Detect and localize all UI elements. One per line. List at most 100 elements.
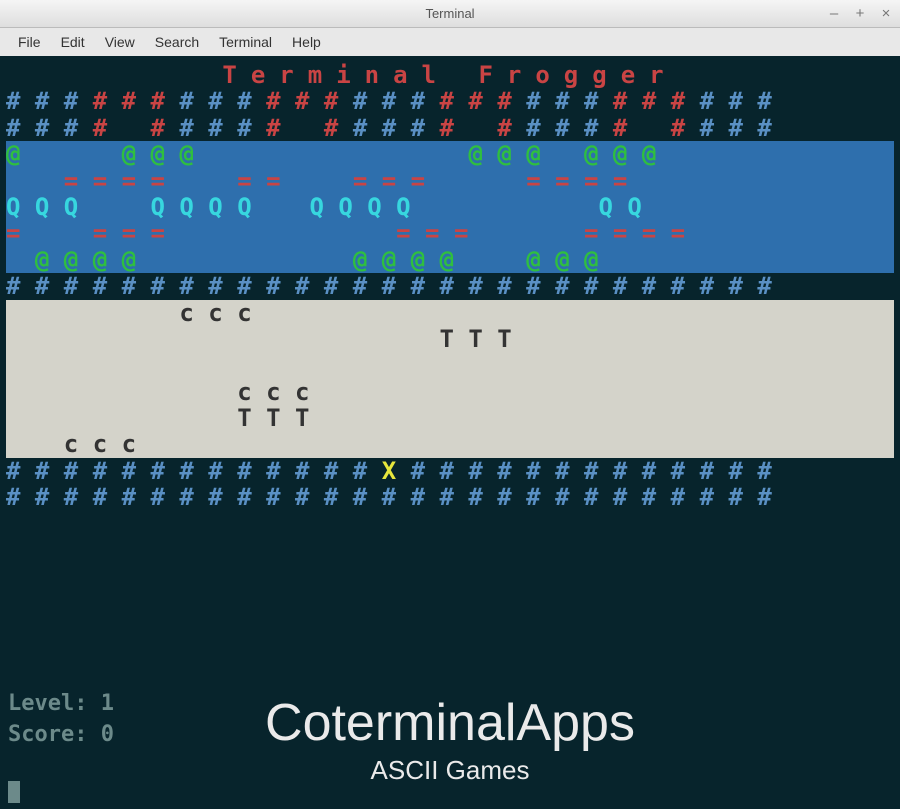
glyph-span: # # # (440, 87, 527, 115)
glyph-span: # # # (353, 87, 440, 115)
glyph-span: # # # (613, 87, 700, 115)
glyph-span (454, 246, 526, 274)
glyph-span (136, 246, 353, 274)
menu-file[interactable]: File (10, 31, 49, 53)
glyph-span: @ @ @ (584, 140, 656, 168)
game-row: # # # # # # # # # # # # # # # # # # # # … (6, 88, 894, 114)
glyph-span: @ @ @ @ (35, 246, 136, 274)
game-row: c c c (6, 379, 894, 405)
menu-view[interactable]: View (97, 31, 143, 53)
game-area: Terminal Frogger # # # # # # # # # # # #… (6, 62, 894, 511)
glyph-span: # # (266, 114, 353, 142)
glyph-span: # # # (179, 114, 266, 142)
glyph-span (252, 193, 310, 221)
game-row: T T T (6, 326, 894, 352)
game-row: @ @ @ @ @ @ @ @ @ @ (6, 141, 894, 167)
game-row: # # # # # # # # # # # # # # # # # # # # … (6, 273, 894, 299)
glyph-span: Q Q Q (6, 193, 78, 221)
game-row (6, 352, 894, 378)
terminal-cursor (8, 781, 20, 803)
glyph-span: c c c (6, 430, 772, 458)
menu-terminal[interactable]: Terminal (211, 31, 280, 53)
glyph-span (6, 246, 35, 274)
glyph-span: @ @ @ (526, 246, 598, 274)
glyph-span (6, 351, 772, 379)
glyph-span: # # # # # # # # # # # # # (6, 457, 382, 485)
glyph-span (165, 219, 396, 247)
glyph-span: = = = = (526, 167, 627, 195)
game-row: T T T (6, 405, 894, 431)
glyph-span (468, 219, 584, 247)
glyph-span: # # # (179, 87, 266, 115)
glyph-span: T T T (6, 325, 772, 353)
glyph-span: Q Q Q Q (151, 193, 252, 221)
glyph-span (20, 219, 92, 247)
menu-help[interactable]: Help (284, 31, 329, 53)
glyph-span: # # (613, 114, 700, 142)
glyph-span: = = = = (64, 167, 165, 195)
maximize-button[interactable]: + (852, 5, 868, 22)
glyph-span (425, 167, 526, 195)
glyph-span: = = = (396, 219, 468, 247)
window-title: Terminal (425, 6, 474, 21)
game-row: = = = = = = = = = = = = = (6, 168, 894, 194)
glyph-span (194, 140, 469, 168)
glyph-span: # # # (93, 87, 180, 115)
glyph-span: # # (93, 114, 180, 142)
glyph-span: # # # # # # # # # # # # # (396, 457, 772, 485)
glyph-span: = = (237, 167, 280, 195)
glyph-span (281, 167, 353, 195)
glyph-span: # # # # # # # # # # # # # # # # # # # # … (6, 483, 772, 511)
glyph-span (20, 140, 121, 168)
glyph-span (598, 246, 670, 274)
glyph-span (411, 193, 599, 221)
minimize-button[interactable]: – (826, 5, 842, 22)
glyph-span: # # # (6, 114, 93, 142)
overlay-subtitle: ASCII Games (0, 756, 900, 785)
overlay-brand: CoterminalApps (0, 695, 900, 752)
app-window: Terminal – + × File Edit View Search Ter… (0, 0, 900, 809)
glyph-span: @ @ @ (468, 140, 540, 168)
glyph-span: # # # (526, 114, 613, 142)
glyph-span: = = = (93, 219, 165, 247)
glyph-span: # # # # # # # # # # # # # # # # # # # # … (6, 272, 772, 300)
menubar: File Edit View Search Terminal Help (0, 28, 900, 56)
glyph-span: # # (440, 114, 527, 142)
game-title: Terminal Frogger (6, 62, 894, 88)
glyph-span (78, 193, 150, 221)
glyph-span: = (6, 219, 20, 247)
glyph-span (627, 167, 714, 195)
game-row: c c c (6, 431, 894, 457)
game-row: # # # # # # # # # # # # # X # # # # # # … (6, 458, 894, 484)
menu-search[interactable]: Search (147, 31, 207, 53)
glyph-span (6, 167, 64, 195)
glyph-span (656, 140, 685, 168)
glyph-span: # # # (353, 114, 440, 142)
glyph-span: c c c (6, 378, 772, 406)
game-row: @ @ @ @ @ @ @ @ @ @ @ (6, 247, 894, 273)
glyph-span: # # # (700, 87, 772, 115)
terminal-viewport[interactable]: Terminal Frogger # # # # # # # # # # # #… (0, 56, 900, 809)
close-button[interactable]: × (878, 5, 894, 22)
game-row: Q Q Q Q Q Q Q Q Q Q Q Q Q (6, 194, 894, 220)
titlebar: Terminal – + × (0, 0, 900, 28)
glyph-span: @ @ @ @ (353, 246, 454, 274)
glyph-span (165, 167, 237, 195)
glyph-span: Q Q Q Q (309, 193, 410, 221)
game-row: c c c (6, 300, 894, 326)
glyph-span: @ (6, 140, 20, 168)
glyph-span: c c c (6, 299, 772, 327)
game-row: = = = = = = = = = = = (6, 220, 894, 246)
glyph-span: X (382, 457, 396, 485)
glyph-span: = = = = (584, 219, 685, 247)
glyph-span: # # # (6, 87, 93, 115)
window-controls: – + × (826, 5, 894, 22)
glyph-span: # # # (266, 87, 353, 115)
overlay-caption: CoterminalApps ASCII Games (0, 695, 900, 785)
glyph-span: T T T (6, 404, 772, 432)
glyph-span: = = = (353, 167, 425, 195)
glyph-span (541, 140, 584, 168)
glyph-span: # # # (700, 114, 772, 142)
glyph-span: @ @ @ (122, 140, 194, 168)
menu-edit[interactable]: Edit (53, 31, 93, 53)
